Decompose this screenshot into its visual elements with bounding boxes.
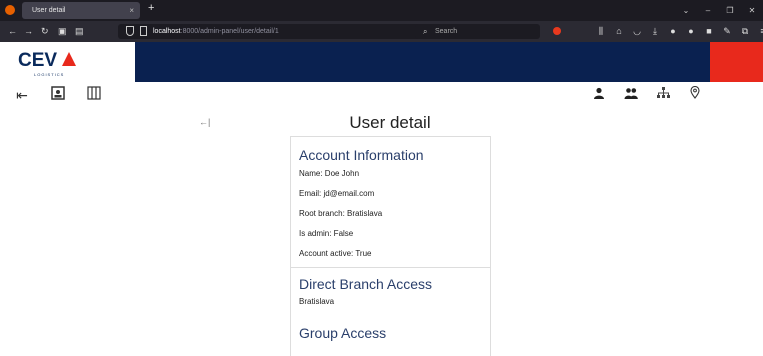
user-account-active: Account active: True — [299, 249, 372, 258]
user-icon[interactable] — [590, 86, 608, 104]
tab-title: User detail — [32, 7, 66, 14]
search-placeholder: Search — [435, 28, 458, 35]
minimize-icon[interactable]: – — [697, 6, 719, 15]
sidebar-toggle-icon[interactable]: ▤ — [75, 24, 84, 38]
logout-icon[interactable]: ⇤ — [14, 86, 30, 104]
users-icon[interactable] — [622, 86, 640, 104]
user-root-branch: Root branch: Bratislava — [299, 209, 383, 218]
account-icon[interactable]: ● — [668, 24, 678, 38]
downloads-icon[interactable]: ⤓ — [650, 24, 660, 38]
new-tab-button[interactable]: + — [148, 2, 154, 14]
svg-text:CEV: CEV — [18, 50, 57, 71]
extension-brush-icon[interactable]: ✎ — [722, 24, 732, 38]
url-text[interactable]: localhost:8000/admin-panel/user/detail/1 — [153, 24, 279, 39]
account-information-heading: Account Information — [299, 147, 424, 163]
browser-search-input[interactable]: ⌕ Search — [415, 24, 540, 39]
window-controls: ⌄ – ❐ ✕ — [675, 0, 763, 21]
id-card-icon[interactable] — [50, 86, 66, 104]
reload-icon[interactable]: ↻ — [41, 24, 49, 38]
left-toolbar: ⇤ — [14, 86, 102, 104]
back-arrow-icon[interactable]: ←| — [199, 117, 210, 127]
user-name: Name: Doe John — [299, 169, 360, 178]
browser-nav-bar: ← → ↻ ▣ ▤ localhost:8000/admin-panel/use… — [0, 21, 763, 42]
browser-tab-bar: User detail × + ⌄ – ❐ ✕ — [0, 0, 763, 21]
ceva-logo-icon: CEV LOGISTICS — [18, 50, 76, 77]
direct-branch-access-heading: Direct Branch Access — [299, 276, 433, 292]
search-icon: ⌕ — [423, 27, 428, 36]
user-detail-card: Account Information Name: Doe John Email… — [290, 136, 491, 356]
firefox-logo-icon — [5, 5, 15, 15]
menu-icon[interactable]: ≡ — [758, 24, 763, 38]
restore-icon[interactable]: ❐ — [719, 6, 741, 15]
extension-icon[interactable] — [553, 27, 561, 35]
location-pin-icon[interactable] — [686, 85, 704, 104]
columns-icon[interactable] — [86, 86, 102, 104]
svg-text:LOGISTICS: LOGISTICS — [34, 72, 64, 77]
pocket-icon[interactable]: ◡ — [632, 24, 642, 38]
page-title: User detail — [349, 113, 431, 132]
browser-tab[interactable]: User detail × — [22, 2, 140, 19]
branch-access-item: Bratislava — [299, 297, 335, 306]
extensions-icon[interactable]: ⧉ — [740, 24, 750, 38]
header-accent — [710, 42, 763, 82]
section-divider — [291, 267, 490, 268]
forward-icon[interactable]: → — [24, 24, 33, 38]
library-icon[interactable]: ⫼ — [596, 24, 606, 38]
header-band — [135, 42, 710, 82]
home-icon[interactable]: ⌂ — [614, 24, 624, 38]
tab-list-icon[interactable]: ⌄ — [675, 6, 697, 15]
browser-toolbar-icons: ⫼ ⌂ ◡ ⤓ ● ● ■ ✎ ⧉ ≡ — [596, 24, 763, 38]
extension-square-icon[interactable]: ■ — [704, 24, 714, 38]
group-access-heading: Group Access — [299, 325, 387, 341]
tracking-shield-icon[interactable] — [126, 26, 134, 36]
back-icon[interactable]: ← — [8, 24, 17, 38]
page-info-icon[interactable] — [140, 26, 147, 36]
url-bar[interactable]: localhost:8000/admin-panel/user/detail/1… — [118, 24, 448, 39]
extension-dot-icon[interactable]: ● — [686, 24, 696, 38]
tab-close-icon[interactable]: × — [129, 2, 134, 19]
user-email: Email: jd@email.com — [299, 189, 375, 198]
reader-view-icon[interactable]: ▣ — [58, 24, 67, 38]
right-toolbar — [590, 85, 704, 104]
ceva-logo[interactable]: CEV LOGISTICS — [0, 42, 135, 82]
user-is-admin: Is admin: False — [299, 229, 354, 238]
close-window-icon[interactable]: ✕ — [741, 6, 763, 15]
site-header: CEV LOGISTICS — [0, 42, 763, 82]
sitemap-icon[interactable] — [654, 86, 672, 104]
